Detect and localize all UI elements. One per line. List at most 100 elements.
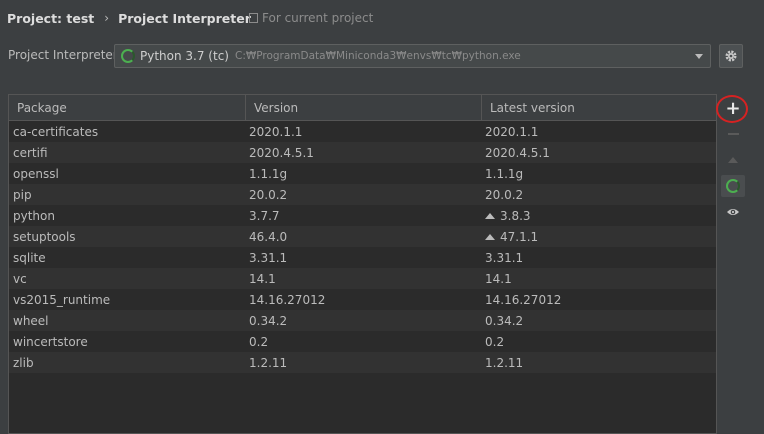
- interpreter-name: Python 3.7 (tc): [140, 49, 229, 63]
- table-row[interactable]: setuptools 46.4.0 47.1.1: [9, 226, 716, 247]
- latest-version-cell: 0.2: [482, 335, 716, 349]
- package-name-cell-text: openssl: [13, 166, 59, 181]
- breadcrumb-parent[interactable]: Project: test: [7, 11, 94, 26]
- latest-version-cell-text: 3.31.1: [485, 250, 524, 265]
- latest-version-cell-text: 20.0.2: [485, 187, 524, 202]
- version-cell: 0.2: [246, 335, 482, 349]
- package-name-cell: ca-certificates: [9, 125, 246, 139]
- version-cell-text: 2020.4.5.1: [249, 145, 314, 160]
- package-name-cell-text: pip: [13, 187, 32, 202]
- latest-version-cell-text: 2020.1.1: [485, 124, 539, 139]
- chevron-down-icon[interactable]: [695, 54, 703, 59]
- package-name-cell: openssl: [9, 167, 246, 181]
- upgrade-package-button[interactable]: [721, 149, 745, 171]
- table-row[interactable]: openssl 1.1.1g 1.1.1g: [9, 163, 716, 184]
- latest-version-cell: 2020.4.5.1: [482, 146, 716, 160]
- latest-version-cell-text: 47.1.1: [500, 229, 539, 244]
- latest-version-cell: 3.31.1: [482, 251, 716, 265]
- version-cell: 0.34.2: [246, 314, 482, 328]
- version-cell-text: 20.0.2: [249, 187, 288, 202]
- scope-note: For current project: [249, 9, 373, 27]
- package-name-cell: wheel: [9, 314, 246, 328]
- package-name-cell: pip: [9, 188, 246, 202]
- table-row[interactable]: wincertstore 0.2 0.2: [9, 331, 716, 352]
- version-cell-text: 3.7.7: [249, 208, 280, 223]
- upgrade-available-icon: [485, 233, 495, 240]
- column-header-latest-version[interactable]: Latest version: [482, 95, 716, 120]
- version-cell: 20.0.2: [246, 188, 482, 202]
- upgrade-available-icon: [485, 212, 495, 219]
- version-cell-text: 0.34.2: [249, 313, 288, 328]
- package-name-cell-text: zlib: [13, 355, 34, 370]
- minus-icon: [727, 133, 739, 135]
- package-name-cell-text: vc: [13, 271, 27, 286]
- package-name-cell: sqlite: [9, 251, 246, 265]
- show-early-releases-button[interactable]: [721, 201, 745, 223]
- version-cell-text: 2020.1.1: [249, 124, 303, 139]
- table-row[interactable]: python 3.7.7 3.8.3: [9, 205, 716, 226]
- annotation-circle: [716, 95, 748, 123]
- latest-version-cell: 14.1: [482, 272, 716, 286]
- chevron-right-icon: ›: [104, 11, 110, 25]
- version-cell-text: 3.31.1: [249, 250, 288, 265]
- column-header-package[interactable]: Package: [9, 95, 246, 120]
- latest-version-cell-text: 1.1.1g: [485, 166, 524, 181]
- table-row[interactable]: wheel 0.34.2 0.34.2: [9, 310, 716, 331]
- latest-version-cell-text: 14.16.27012: [485, 292, 562, 307]
- table-row[interactable]: vs2015_runtime 14.16.27012 14.16.27012: [9, 289, 716, 310]
- scope-note-text: For current project: [262, 11, 374, 25]
- interpreter-settings-button[interactable]: [719, 44, 743, 68]
- latest-version-cell: 14.16.27012: [482, 293, 716, 307]
- table-header: Package Version Latest version: [9, 95, 716, 121]
- table-row[interactable]: vc 14.1 14.1: [9, 268, 716, 289]
- table-row[interactable]: certifi 2020.4.5.1 2020.4.5.1: [9, 142, 716, 163]
- latest-version-cell: 1.1.1g: [482, 167, 716, 181]
- latest-version-cell-text: 0.34.2: [485, 313, 524, 328]
- package-name-cell: setuptools: [9, 230, 246, 244]
- table-row[interactable]: sqlite 3.31.1 3.31.1: [9, 247, 716, 268]
- refresh-icon: [726, 179, 740, 193]
- latest-version-cell: 0.34.2: [482, 314, 716, 328]
- package-name-cell-text: wincertstore: [13, 334, 88, 349]
- table-row[interactable]: pip 20.0.2 20.0.2: [9, 184, 716, 205]
- version-cell-text: 1.2.11: [249, 355, 288, 370]
- version-cell: 46.4.0: [246, 230, 482, 244]
- version-cell: 3.7.7: [246, 209, 482, 223]
- package-name-cell-text: vs2015_runtime: [13, 292, 111, 307]
- version-cell-text: 1.1.1g: [249, 166, 288, 181]
- interpreter-path: C:₩ProgramData₩Miniconda3₩envs₩tc₩python…: [234, 50, 521, 62]
- interpreter-select[interactable]: Python 3.7 (tc) C:₩ProgramData₩Miniconda…: [114, 44, 711, 68]
- table-row[interactable]: zlib 1.2.11 1.2.11: [9, 352, 716, 373]
- upgrade-icon: [728, 157, 738, 163]
- latest-version-cell-text: 0.2: [485, 334, 505, 349]
- package-name-cell-text: sqlite: [13, 250, 46, 265]
- version-cell: 14.1: [246, 272, 482, 286]
- package-name-cell-text: python: [13, 208, 55, 223]
- latest-version-cell-text: 3.8.3: [500, 208, 531, 223]
- refresh-button[interactable]: [721, 175, 745, 197]
- table-row[interactable]: ca-certificates 2020.1.1 2020.1.1: [9, 121, 716, 142]
- breadcrumb: Project: test › Project Interpreter: [7, 9, 251, 27]
- gear-icon: [725, 50, 737, 62]
- packages-table: Package Version Latest version ca-certif…: [8, 94, 717, 434]
- package-name-cell-text: certifi: [13, 145, 48, 160]
- latest-version-cell-text: 14.1: [485, 271, 512, 286]
- version-cell-text: 46.4.0: [249, 229, 288, 244]
- version-cell: 2020.4.5.1: [246, 146, 482, 160]
- version-cell-text: 14.1: [249, 271, 276, 286]
- uninstall-package-button[interactable]: [721, 123, 745, 145]
- package-name-cell: certifi: [9, 146, 246, 160]
- document-icon: [249, 13, 258, 23]
- package-name-cell: vs2015_runtime: [9, 293, 246, 307]
- interpreter-label: Project Interpreter:: [8, 48, 122, 62]
- version-cell-text: 0.2: [249, 334, 269, 349]
- latest-version-cell-text: 1.2.11: [485, 355, 524, 370]
- latest-version-cell: 1.2.11: [482, 356, 716, 370]
- python-env-icon: [121, 49, 135, 63]
- package-name-cell: zlib: [9, 356, 246, 370]
- column-header-version[interactable]: Version: [246, 95, 482, 120]
- latest-version-cell: 3.8.3: [482, 209, 716, 223]
- latest-version-cell-text: 2020.4.5.1: [485, 145, 550, 160]
- breadcrumb-current: Project Interpreter: [118, 10, 251, 26]
- package-name-cell-text: ca-certificates: [13, 124, 99, 139]
